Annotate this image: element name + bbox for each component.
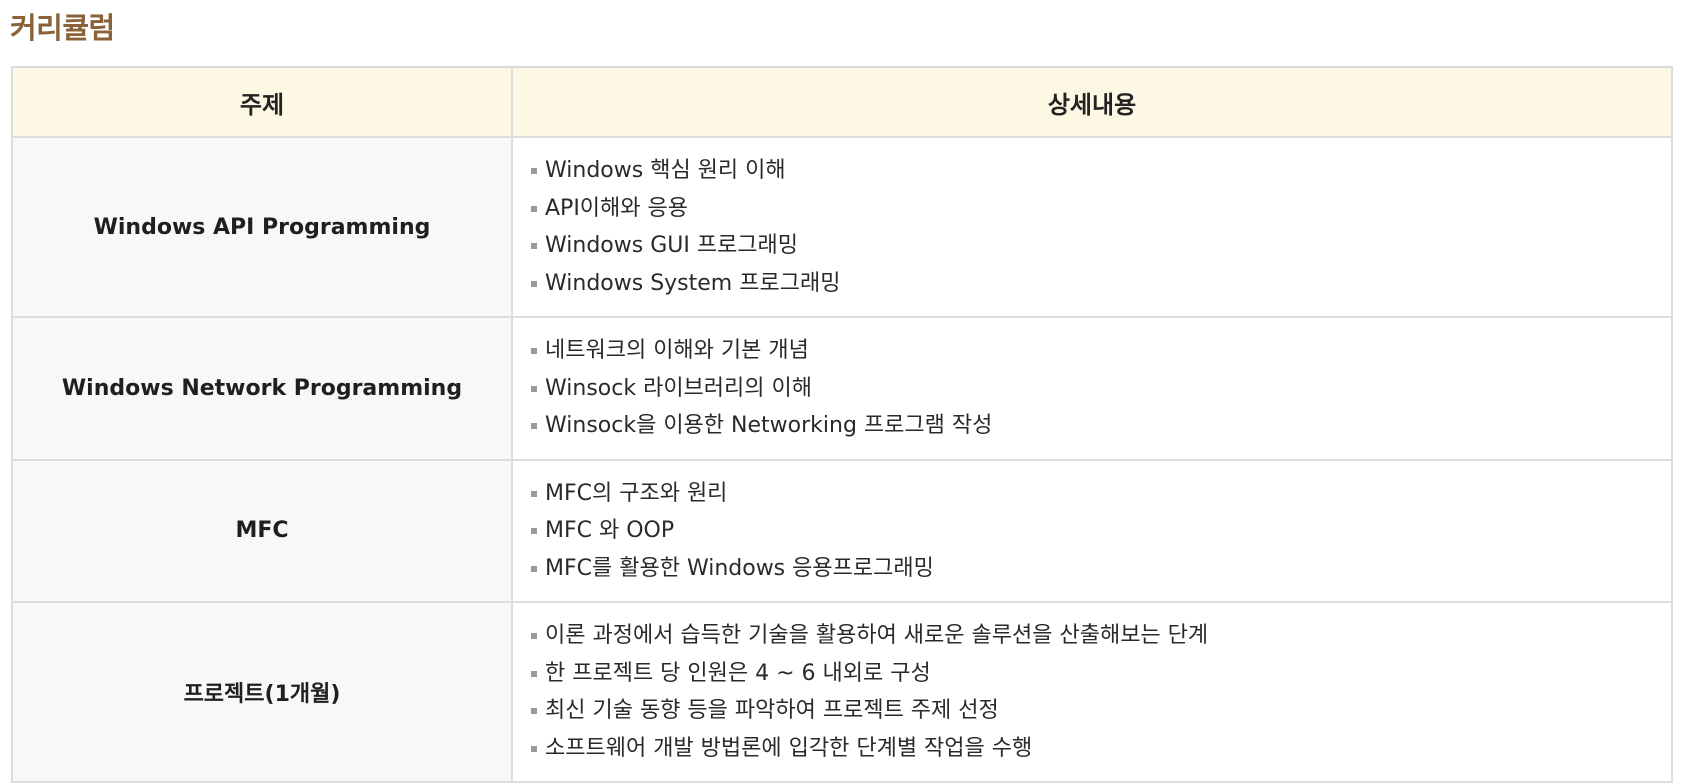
- square-bullet-icon: [531, 745, 537, 752]
- square-bullet-icon: [531, 708, 537, 714]
- list-item: Winsock 라이브러리의 이해: [531, 370, 1671, 408]
- list-item-text: Windows System 프로그래밍: [545, 270, 841, 296]
- detail-list: MFC의 구조와 원리 MFC 와 OOP MFC를 활용한 Windows 응…: [513, 461, 1671, 602]
- row-details: 네트워크의 이해와 기본 개념 Winsock 라이브러리의 이해 Winsoc…: [511, 316, 1673, 461]
- list-item-text: 한 프로젝트 당 인원은 4 ~ 6 내외로 구성: [545, 660, 931, 686]
- detail-list: 네트워크의 이해와 기본 개념 Winsock 라이브러리의 이해 Winsoc…: [513, 318, 1671, 459]
- row-details: MFC의 구조와 원리 MFC 와 OOP MFC를 활용한 Windows 응…: [511, 458, 1673, 603]
- list-item-text: MFC의 구조와 원리: [545, 480, 728, 506]
- list-item: Windows System 프로그래밍: [531, 265, 1671, 303]
- row-subject: Windows API Programming: [11, 136, 513, 318]
- detail-list: Windows 핵심 원리 이해 API이해와 응용 Windows GUI 프…: [513, 138, 1671, 316]
- square-bullet-icon: [531, 528, 537, 534]
- row-subject: Windows Network Programming: [11, 316, 513, 461]
- list-item-text: 소프트웨어 개발 방법론에 입각한 단계별 작업을 수행: [545, 735, 1033, 761]
- header-subject: 주제: [11, 66, 513, 138]
- list-item: MFC 와 OOP: [531, 512, 1671, 550]
- table-header-row: 주제 상세내용: [11, 66, 1673, 138]
- square-bullet-icon: [531, 348, 537, 354]
- list-item-text: 네트워크의 이해와 기본 개념: [545, 338, 809, 363]
- curriculum-table: 주제 상세내용 Windows API Programming Windows …: [11, 66, 1673, 783]
- row-details: 이론 과정에서 습득한 기술을 활용하여 새로운 솔루션을 산출해보는 단계 한…: [511, 601, 1673, 783]
- square-bullet-icon: [531, 490, 537, 497]
- square-bullet-icon: [531, 168, 537, 174]
- list-item: MFC를 활용한 Windows 응용프로그래밍: [531, 550, 1671, 588]
- square-bullet-icon: [531, 243, 537, 249]
- page-title: 커리큘럼: [10, 11, 115, 45]
- list-item-text: 최신 기술 동향 등을 파악하여 프로젝트 주제 선정: [545, 698, 999, 723]
- list-item: 이론 과정에서 습득한 기술을 활용하여 새로운 솔루션을 산출해보는 단계: [531, 617, 1671, 655]
- square-bullet-icon: [531, 280, 537, 287]
- list-item-text: Windows 핵심 원리 이해: [545, 158, 786, 183]
- square-bullet-icon: [531, 385, 537, 392]
- square-bullet-icon: [531, 423, 537, 429]
- header-details: 상세내용: [511, 66, 1673, 138]
- table-row: Windows Network Programming 네트워크의 이해와 기본…: [11, 316, 1673, 461]
- list-item-text: MFC를 활용한 Windows 응용프로그래밍: [545, 555, 934, 581]
- detail-list: 이론 과정에서 습득한 기술을 활용하여 새로운 솔루션을 산출해보는 단계 한…: [513, 603, 1671, 781]
- list-item: Winsock을 이용한 Networking 프로그램 작성: [531, 407, 1671, 445]
- table-row: Windows API Programming Windows 핵심 원리 이해…: [11, 136, 1673, 318]
- list-item: 최신 기술 동향 등을 파악하여 프로젝트 주제 선정: [531, 692, 1671, 730]
- row-subject: MFC: [11, 458, 513, 603]
- table-row: 프로젝트(1개월) 이론 과정에서 습득한 기술을 활용하여 새로운 솔루션을 …: [11, 601, 1673, 783]
- list-item: MFC의 구조와 원리: [531, 475, 1671, 513]
- list-item: Windows GUI 프로그래밍: [531, 227, 1671, 265]
- list-item-text: Winsock을 이용한 Networking 프로그램 작성: [545, 413, 993, 438]
- list-item-text: API이해와 응용: [545, 195, 688, 221]
- square-bullet-icon: [531, 205, 537, 212]
- list-item: API이해와 응용: [531, 190, 1671, 228]
- list-item: 소프트웨어 개발 방법론에 입각한 단계별 작업을 수행: [531, 730, 1671, 768]
- list-item: Windows 핵심 원리 이해: [531, 152, 1671, 190]
- row-details: Windows 핵심 원리 이해 API이해와 응용 Windows GUI 프…: [511, 136, 1673, 318]
- list-item-text: MFC 와 OOP: [545, 518, 675, 543]
- list-item: 한 프로젝트 당 인원은 4 ~ 6 내외로 구성: [531, 655, 1671, 693]
- square-bullet-icon: [531, 633, 537, 639]
- list-item: 네트워크의 이해와 기본 개념: [531, 332, 1671, 370]
- row-subject: 프로젝트(1개월): [11, 601, 513, 783]
- list-item-text: 이론 과정에서 습득한 기술을 활용하여 새로운 솔루션을 산출해보는 단계: [545, 623, 1209, 648]
- table-row: MFC MFC의 구조와 원리 MFC 와 OOP MFC를 활용한 Windo…: [11, 458, 1673, 603]
- list-item-text: Winsock 라이브러리의 이해: [545, 375, 812, 401]
- square-bullet-icon: [531, 670, 537, 677]
- list-item-text: Windows GUI 프로그래밍: [545, 233, 799, 258]
- square-bullet-icon: [531, 565, 537, 572]
